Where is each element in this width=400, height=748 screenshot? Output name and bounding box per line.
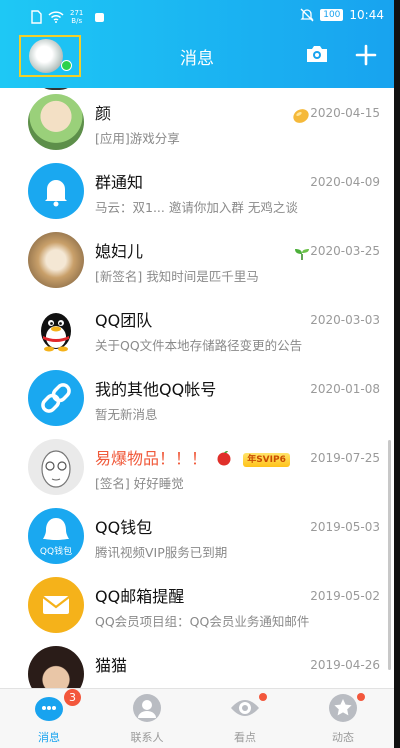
conversation-row[interactable]: QQ团队 关于QQ文件本地存储路径变更的公告 2020-03-03 (0, 295, 394, 364)
page-title: 消息 (180, 49, 214, 69)
eye-tab-icon (231, 700, 259, 716)
bell-icon (45, 180, 67, 207)
apple-icon (217, 451, 231, 466)
message-preview: [新签名] 我知时间是匹千里马 (95, 269, 259, 284)
tab-discover[interactable]: 看点 (196, 689, 294, 748)
message-date: 2020-03-25 (310, 244, 380, 258)
scrollbar[interactable] (388, 440, 391, 670)
network-speed: 271 B/s (70, 9, 83, 25)
conversation-list[interactable]: 颜 [应用]游戏分享 2020-04-15 群通知 马云：双1... 邀请你加入… (0, 88, 394, 688)
svip-badge: 年SVIP6 (243, 453, 290, 467)
status-bar-left: 271 B/s (30, 9, 105, 25)
qq-mail-avatar (28, 577, 84, 633)
contact-name: 我的其他QQ帐号 (95, 380, 217, 399)
messages-tab-icon (35, 697, 63, 721)
tab-label: 联系人 (130, 731, 164, 744)
avatar-caption: QQ钱包 (39, 547, 73, 557)
contact-name: 猫猫 (95, 656, 128, 675)
contact-name: 群通知 (95, 173, 144, 192)
unread-badge: 3 (64, 689, 81, 706)
conversation-row[interactable]: 猫猫 2019-04-26 (0, 640, 394, 688)
message-date: 2020-04-15 (310, 106, 380, 120)
contact-avatar (28, 439, 84, 495)
tab-contacts[interactable]: 联系人 (98, 689, 196, 748)
gold-bean-icon (293, 109, 309, 123)
contact-name: 媳妇儿 (95, 242, 144, 261)
message-preview: [应用]游戏分享 (95, 131, 180, 146)
contact-name-text: 易爆物品！！！ (95, 449, 208, 468)
bottom-tab-bar: 3 消息 联系人 看点 动态 (0, 688, 394, 748)
contact-name: 颜 (95, 104, 112, 123)
contact-name: QQ团队 (95, 311, 153, 330)
net-speed-unit: B/s (71, 17, 83, 25)
tab-messages[interactable]: 3 消息 (0, 689, 98, 748)
contact-name: 易爆物品！！！ 年SVIP6 (95, 445, 290, 469)
phone-screen: 271 B/s 100 10:44 消息 颜 [应用]游戏分享 2020-04-… (0, 0, 394, 748)
sprout-icon (295, 249, 309, 260)
contact-avatar (28, 232, 84, 288)
message-date: 2019-07-25 (310, 451, 380, 465)
status-bar-right: 100 10:44 (300, 8, 384, 22)
battery-indicator: 100 (320, 9, 344, 21)
mail-icon (42, 596, 70, 614)
star-tab-icon (329, 694, 357, 722)
right-edge-strip (394, 0, 400, 748)
wifi-icon (48, 11, 64, 23)
net-speed-value: 271 (70, 9, 84, 17)
plus-icon[interactable] (355, 44, 377, 66)
qq-penguin-icon (41, 313, 71, 352)
message-date: 2020-04-09 (310, 175, 380, 189)
tab-feed[interactable]: 动态 (294, 689, 392, 748)
qq-wallet-avatar: QQ钱包 (28, 508, 84, 564)
tab-label: 消息 (38, 731, 60, 744)
conversation-row[interactable]: 颜 [应用]游戏分享 2020-04-15 (0, 88, 394, 157)
message-preview: 关于QQ文件本地存储路径变更的公告 (95, 338, 303, 353)
group-notice-avatar (28, 163, 84, 219)
new-dot (259, 693, 267, 701)
conversation-row[interactable]: 群通知 马云：双1... 邀请你加入群 无鸡之谈 2020-04-09 (0, 157, 394, 226)
message-date: 2019-05-02 (310, 589, 380, 603)
contacts-tab-icon (133, 694, 161, 722)
contact-name: QQ钱包 (95, 518, 153, 537)
message-date: 2020-01-08 (310, 382, 380, 396)
conversation-row[interactable]: 易爆物品！！！ 年SVIP6 [签名] 好好睡觉 2019-07-25 (0, 433, 394, 502)
message-preview: 腾讯视频VIP服务已到期 (95, 545, 228, 560)
contact-avatar (28, 646, 84, 688)
conversation-row[interactable]: QQ邮箱提醒 QQ会员项目组：QQ会员业务通知邮件 2019-05-02 (0, 571, 394, 640)
conversation-row[interactable]: 我的其他QQ帐号 暂无新消息 2020-01-08 (0, 364, 394, 433)
message-preview: [签名] 好好睡觉 (95, 476, 184, 491)
message-date: 2019-04-26 (310, 658, 380, 672)
clock: 10:44 (349, 8, 384, 22)
top-bar: 271 B/s 100 10:44 消息 (0, 0, 394, 88)
conversation-row[interactable]: QQ钱包 QQ钱包 腾讯视频VIP服务已到期 2019-05-03 (0, 502, 394, 571)
sim-card-icon (31, 10, 42, 24)
mute-bell-icon (300, 8, 314, 22)
app-notification-icon (95, 12, 105, 22)
message-preview: QQ会员项目组：QQ会员业务通知邮件 (95, 614, 310, 629)
qq-team-avatar (28, 301, 84, 357)
sketch-face-icon (41, 450, 71, 488)
message-date: 2019-05-03 (310, 520, 380, 534)
tab-label: 动态 (332, 731, 354, 744)
camera-icon[interactable] (305, 44, 329, 64)
contact-avatar (28, 94, 84, 150)
conversation-row[interactable]: 媳妇儿 [新签名] 我知时间是匹千里马 2020-03-25 (0, 226, 394, 295)
message-preview: 马云：双1... 邀请你加入群 无鸡之谈 (95, 200, 298, 215)
link-icon (41, 383, 71, 413)
linked-account-avatar (28, 370, 84, 426)
contact-name: QQ邮箱提醒 (95, 587, 185, 606)
message-date: 2020-03-03 (310, 313, 380, 327)
tab-label: 看点 (234, 731, 256, 744)
new-dot (357, 693, 365, 701)
message-preview: 暂无新消息 (95, 407, 158, 422)
